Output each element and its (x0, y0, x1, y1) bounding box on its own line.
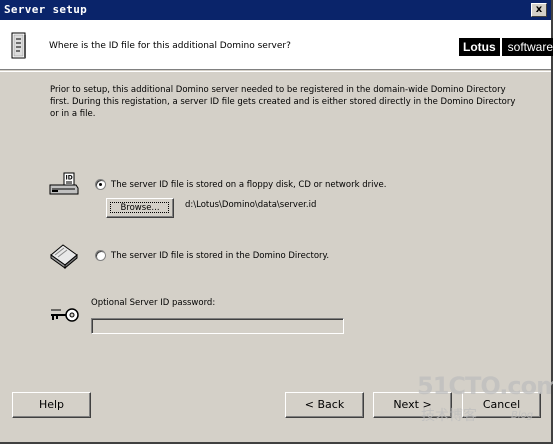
help-button[interactable]: Help (12, 392, 91, 418)
close-button[interactable]: x (531, 3, 547, 17)
back-button-label: < Back (304, 398, 345, 411)
key-icon (51, 308, 79, 322)
radio-selected-dot (99, 183, 102, 186)
password-label: Optional Server ID password: (91, 298, 216, 308)
cancel-button-label: Cancel (482, 398, 521, 411)
document-icon (11, 32, 26, 59)
server-id-path: d:\Lotus\Domino\data\server.id (185, 200, 317, 210)
svg-text:ID: ID (66, 175, 73, 182)
intro-text: Prior to setup, this additional Domino s… (50, 85, 516, 119)
next-button-label: Next > (393, 398, 432, 411)
browse-button[interactable]: Browse... (106, 198, 174, 218)
radio-file-storage[interactable] (95, 179, 106, 190)
title-bar[interactable]: Server setup x (0, 0, 551, 20)
radio-directory-storage[interactable] (95, 250, 106, 261)
back-button[interactable]: < Back (285, 392, 364, 418)
logo-product: software (499, 38, 553, 56)
option-file-label[interactable]: The server ID file is stored on a floppy… (111, 180, 386, 190)
help-button-label: Help (38, 398, 65, 411)
server-setup-window: Server setup x Where is the ID file for … (0, 0, 553, 444)
password-field[interactable] (91, 318, 344, 334)
logo-brand: Lotus (459, 38, 500, 56)
wizard-header: Where is the ID file for this additional… (0, 20, 553, 70)
window-title: Server setup (4, 3, 88, 16)
cancel-button[interactable]: Cancel (462, 392, 541, 418)
option-directory-label[interactable]: The server ID file is stored in the Domi… (111, 251, 329, 261)
id-card-drive-icon: ID (49, 172, 79, 195)
browse-focus-ring (110, 202, 169, 213)
directory-book-icon (50, 244, 78, 269)
next-button[interactable]: Next > (373, 392, 452, 418)
header-divider (0, 71, 551, 72)
wizard-question: Where is the ID file for this additional… (49, 41, 291, 51)
lotus-software-logo: Lotus software (459, 38, 553, 56)
